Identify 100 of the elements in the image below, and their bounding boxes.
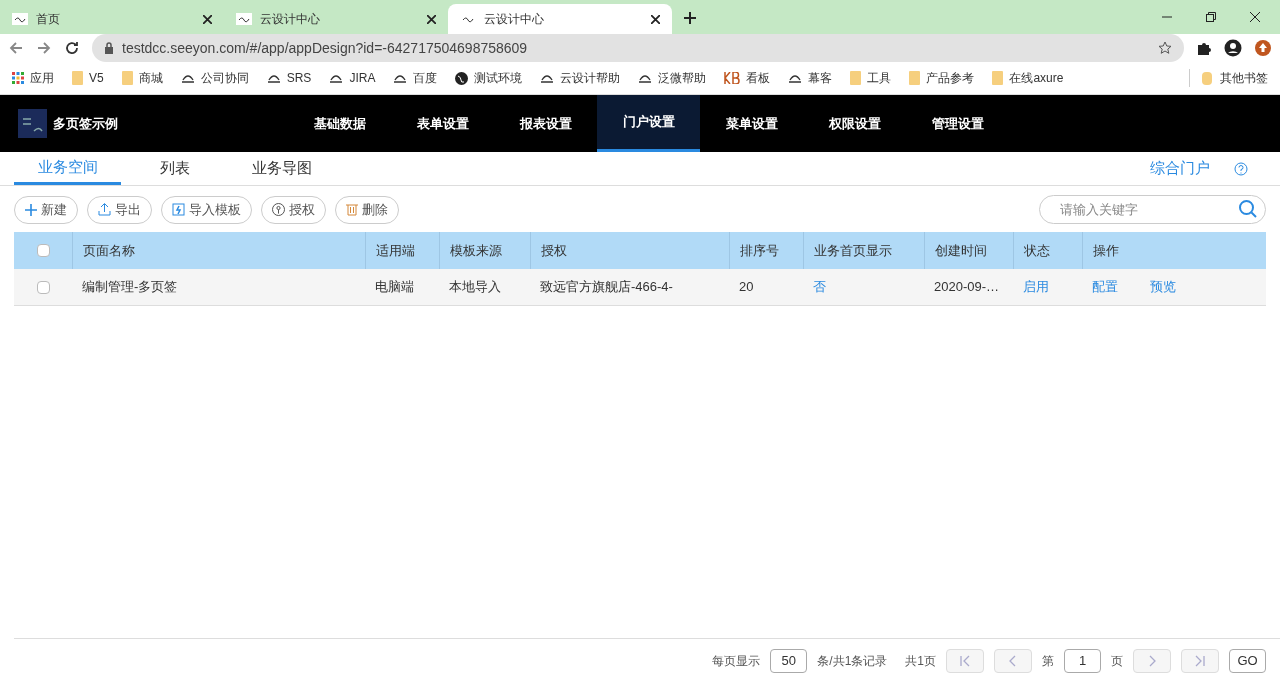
page-size-field[interactable]: 50 [770,648,808,673]
pager-label: 条/共1条记录 [817,652,888,670]
close-icon[interactable] [427,14,436,24]
close-icon[interactable] [1250,12,1260,22]
nav-tab[interactable]: 管理设置 [906,95,1009,152]
bookmark-item[interactable]: 应用 [12,69,54,87]
portal-link[interactable]: 综合门户 [1150,157,1210,180]
apps-grid-icon [12,72,24,84]
new-tab-icon[interactable] [684,12,696,24]
site-icon [266,72,281,84]
column-header: 创建时间 [935,241,987,260]
bookmark-item[interactable]: 产品参考 [909,69,975,87]
table-cell-text: 2020-09-… [934,278,1000,297]
close-icon[interactable] [203,14,212,24]
extension-icon[interactable] [1254,39,1272,57]
sub-tab[interactable]: 业务空间 [14,152,121,185]
column-header: 页面名称 [83,241,135,260]
column-header: 操作 [1093,241,1119,260]
site-favicon-icon [12,13,28,25]
puzzle-icon[interactable] [1196,40,1212,56]
site-icon [329,72,344,84]
browser-tab[interactable]: 云设计中心 [224,4,448,34]
table-cell-text: 编制管理-多页签 [82,278,178,297]
bookmark-item[interactable]: 公司协同 [180,69,249,87]
tab-title: 首页 [36,11,61,28]
close-icon[interactable] [651,14,660,24]
trash-icon [346,203,358,216]
column-header: 排序号 [740,241,779,260]
last-page-icon [1193,653,1207,668]
table-cell-text: 电脑端 [375,278,414,297]
search-field[interactable]: 请输入关键字 [1039,195,1266,224]
app-logo-icon [18,109,47,138]
browser-tab[interactable]: 云设计中心 [448,4,672,34]
bookmark-item[interactable]: 测试环境 [455,69,523,87]
import-icon [172,203,185,216]
go-button[interactable]: GO [1229,648,1266,673]
help-icon[interactable] [1234,161,1248,176]
bookmark-item[interactable]: 看板 [724,69,771,87]
bookmark-item[interactable]: 云设计帮助 [540,69,621,87]
action-link[interactable]: 配置 [1092,277,1118,297]
pager-label: 第 [1042,652,1054,670]
bookmark-item[interactable]: 工具 [850,69,892,87]
restore-icon[interactable] [1206,12,1216,22]
bookmark-item[interactable]: 泛微帮助 [638,69,707,87]
sub-tab[interactable]: 业务导图 [228,152,335,185]
browser-tab[interactable]: 首页 [0,4,224,34]
bookmark-item[interactable]: JIRA [329,69,376,87]
kb-icon [724,72,741,84]
table-cell-text: 本地导入 [449,278,501,297]
star-icon[interactable] [1158,41,1172,55]
folder-icon [992,71,1004,85]
nav-tab[interactable]: 基础数据 [288,95,391,152]
address-bar[interactable]: testdcc.seeyon.com/#/app/appDesign?id=-642717504698758609 [92,34,1184,62]
folder-icon [72,71,83,85]
bookmark-item[interactable]: V5 [72,69,104,87]
first-page-icon [958,653,972,668]
folder-icon [909,71,921,85]
search-icon[interactable] [1238,199,1258,219]
nav-tab[interactable]: 菜单设置 [700,95,803,152]
column-header: 业务首页显示 [814,241,892,260]
tab-title: 云设计中心 [260,11,321,28]
checkbox[interactable] [36,280,50,294]
globe-icon [455,71,469,85]
site-favicon-icon [236,13,252,25]
folder-icon [850,71,862,85]
nav-tab[interactable]: 报表设置 [494,95,597,152]
nav-tab[interactable]: 表单设置 [391,95,494,152]
table-link[interactable]: 否 [813,277,826,297]
folder-icon [121,71,133,85]
site-icon [180,72,195,84]
site-icon [638,72,653,84]
column-header: 授权 [541,241,567,260]
table-link[interactable]: 启用 [1023,277,1049,297]
nav-tab[interactable]: 门户设置 [597,95,700,152]
url-text: testdcc.seeyon.com/#/app/appDesign?id=-642717504698758609 [122,38,529,58]
pager-label: 共1页 [905,652,936,670]
reload-icon[interactable] [64,40,80,56]
back-icon[interactable] [8,40,24,56]
table-cell-text: 致远官方旗舰店-466-4- [540,278,673,297]
bookmark-item[interactable]: 其他书签 [1202,69,1268,87]
checkbox[interactable] [36,244,50,257]
nav-tab[interactable]: 权限设置 [803,95,906,152]
key-icon [272,203,285,216]
lock-icon [104,42,114,54]
forward-icon[interactable] [36,40,52,56]
sub-tab[interactable]: 列表 [121,152,228,185]
page-number-field[interactable]: 1 [1064,648,1101,673]
bookmark-item[interactable]: 在线axure [992,69,1064,87]
site-icon [540,72,555,84]
column-header: 模板来源 [450,241,502,260]
site-icon [393,72,408,84]
account-icon[interactable] [1224,39,1242,57]
bookmark-item[interactable]: 百度 [393,69,438,87]
bookmark-item[interactable]: SRS [266,69,312,87]
tab-title: 云设计中心 [484,11,545,28]
bookmark-item[interactable]: 商城 [121,69,163,87]
bookmark-item[interactable]: 幕客 [788,69,833,87]
pager-label: 每页显示 [712,652,761,670]
app-title: 多页签示例 [53,114,118,133]
column-header: 状态 [1024,241,1050,260]
